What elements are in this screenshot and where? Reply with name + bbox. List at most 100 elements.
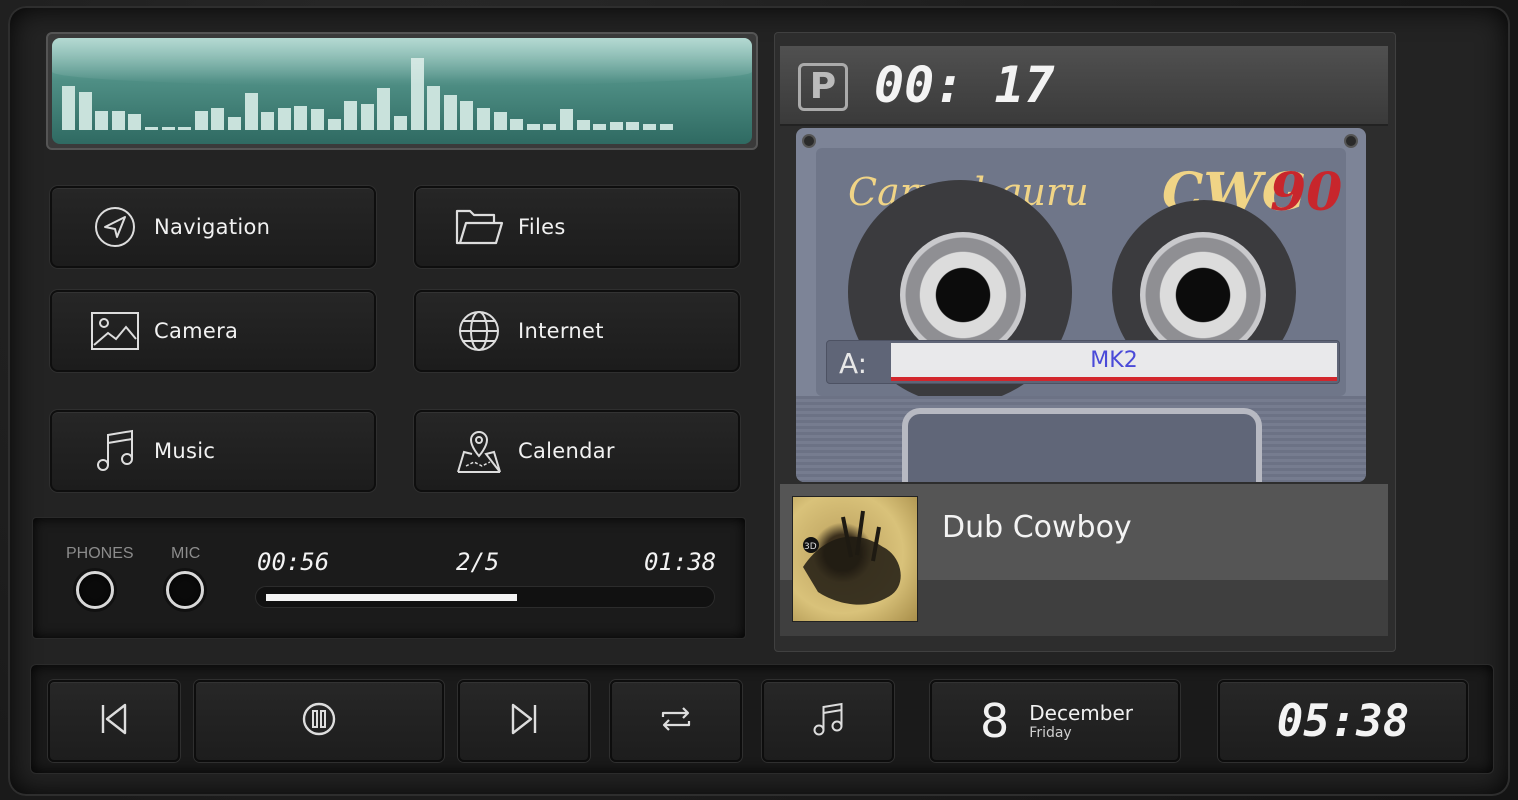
album-art: 3D: [792, 496, 918, 622]
date-weekday: Friday: [1029, 725, 1072, 741]
equalizer-bar: [294, 106, 308, 130]
equalizer-bar: [460, 101, 474, 130]
equalizer-bar: [360, 104, 374, 130]
track-title: Dub Cowboy: [942, 510, 1132, 545]
equalizer-bar: [95, 110, 109, 130]
album-badge: 3D: [804, 542, 817, 552]
folder-icon: [454, 205, 504, 249]
equalizer-bar: [560, 109, 573, 130]
progress-fill: [266, 594, 517, 601]
date-text: December Friday: [1029, 701, 1133, 741]
repeat-button[interactable]: [610, 680, 742, 762]
files-label: Files: [518, 215, 566, 239]
equalizer-bar: [62, 86, 75, 130]
phones-label: PHONES: [66, 545, 134, 562]
navigation-button[interactable]: Navigation: [50, 186, 376, 268]
camera-button[interactable]: Camera: [50, 290, 376, 372]
tape-title: MK2: [1090, 348, 1138, 373]
equalizer-bar: [228, 117, 241, 130]
equalizer-bar: [510, 118, 524, 130]
track-counter: 2/5: [456, 548, 500, 576]
next-button[interactable]: [458, 680, 590, 762]
clock-widget[interactable]: 05:38: [1218, 680, 1468, 762]
music-note-icon: [90, 429, 140, 473]
equalizer-bar: [161, 126, 175, 130]
music-library-button[interactable]: [762, 680, 894, 762]
equalizer-bar: [194, 110, 208, 130]
equalizer-bar: [626, 122, 640, 130]
date-widget[interactable]: 8 December Friday: [930, 680, 1180, 762]
cassette-tape: Carwebguru CWG 90 A: MK2: [796, 128, 1366, 482]
clock-time: 05:38: [1276, 695, 1410, 747]
equalizer-bar: [659, 123, 673, 130]
equalizer-bars: [62, 50, 732, 130]
music-note-icon: [812, 702, 844, 741]
album-art-graphic: 3D: [803, 510, 901, 605]
equalizer-bar: [277, 107, 291, 130]
calendar-button[interactable]: Calendar: [414, 410, 740, 492]
equalizer-bar: [211, 107, 225, 130]
equalizer-bar: [78, 91, 92, 130]
pause-circle-icon: [301, 701, 337, 742]
equalizer-bar: [377, 88, 391, 130]
equalizer-bar: [593, 123, 607, 130]
date-month: December: [1029, 701, 1133, 725]
equalizer-bar: [344, 101, 358, 130]
status-timer: 00: 17: [874, 56, 1055, 114]
equalizer-bar: [244, 93, 258, 130]
equalizer-bar: [145, 126, 158, 130]
equalizer-bar: [609, 122, 623, 130]
equalizer-bar: [543, 123, 557, 130]
calendar-label: Calendar: [518, 439, 615, 463]
equalizer-bar: [477, 107, 490, 130]
equalizer-bar: [643, 123, 656, 130]
navigation-label: Navigation: [154, 215, 271, 239]
equalizer-bar: [327, 118, 341, 130]
equalizer-bar: [443, 94, 457, 130]
equalizer-bar: [128, 114, 142, 130]
tape-side: A:: [839, 347, 868, 380]
now-playing[interactable]: 3D Dub Cowboy: [780, 484, 1388, 636]
previous-button[interactable]: [48, 680, 180, 762]
tape-title-strip: MK2: [891, 343, 1337, 381]
pause-button[interactable]: [194, 680, 444, 762]
navigation-arrow-icon: [90, 205, 140, 249]
equalizer-bar: [394, 115, 407, 130]
cassette-model-number: 90: [1270, 162, 1343, 223]
map-pin-icon: [454, 429, 504, 473]
elapsed-time: 00:56: [257, 548, 330, 576]
screw: [802, 134, 816, 148]
tape-label: A: MK2: [826, 340, 1340, 384]
playback-panel: [32, 517, 746, 639]
mic-jack: [166, 571, 204, 609]
date-day: 8: [980, 694, 1010, 748]
equalizer-bar: [111, 110, 125, 130]
status-display: P 00: 17: [780, 46, 1388, 126]
equalizer-bar: [493, 112, 507, 130]
equalizer-display: [46, 32, 758, 150]
equalizer-screen: [52, 38, 752, 144]
phones-jack: [76, 571, 114, 609]
park-mode-badge: P: [798, 63, 848, 111]
cassette-head-window: [902, 408, 1262, 482]
equalizer-bar: [410, 58, 424, 130]
equalizer-bar: [311, 109, 324, 130]
equalizer-bar: [427, 86, 441, 130]
image-icon: [90, 309, 140, 353]
camera-label: Camera: [154, 319, 239, 343]
skip-next-icon: [509, 703, 539, 740]
music-label: Music: [154, 439, 216, 463]
internet-label: Internet: [518, 319, 604, 343]
screw: [1344, 134, 1358, 148]
progress-bar[interactable]: [255, 586, 715, 608]
equalizer-bar: [576, 120, 590, 130]
globe-icon: [454, 309, 504, 353]
files-button[interactable]: Files: [414, 186, 740, 268]
skip-previous-icon: [99, 703, 129, 740]
equalizer-bar: [178, 126, 192, 130]
track-duration: 01:38: [644, 548, 717, 576]
equalizer-bar: [261, 112, 275, 130]
internet-button[interactable]: Internet: [414, 290, 740, 372]
music-button[interactable]: Music: [50, 410, 376, 492]
equalizer-bar: [526, 123, 540, 130]
